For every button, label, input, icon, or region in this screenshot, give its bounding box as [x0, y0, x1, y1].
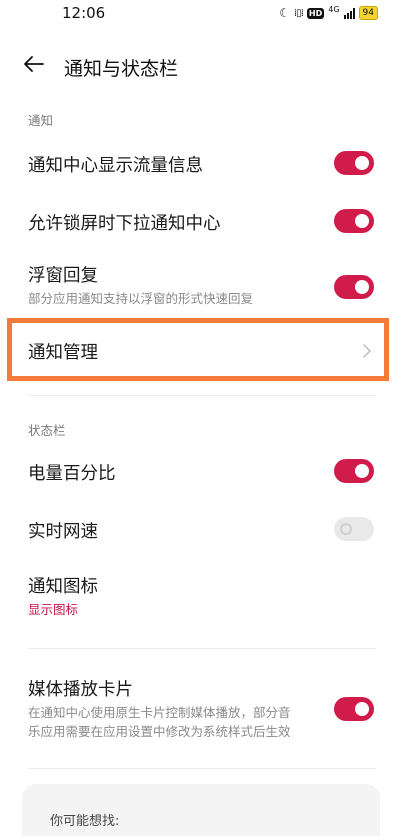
hd-icon: HD [306, 7, 325, 19]
status-time: 12:06 [62, 4, 106, 22]
realtime-speed-toggle[interactable] [334, 517, 374, 541]
setting-title: 媒体播放卡片 [28, 680, 133, 700]
setting-title: 浮窗回复 [28, 266, 98, 286]
back-arrow-icon[interactable] [22, 52, 46, 76]
page-title: 通知与状态栏 [64, 58, 179, 80]
setting-title: 通知中心显示流量信息 [28, 156, 203, 176]
setting-row-media-card[interactable]: 媒体播放卡片 在通知中心使用原生卡片控制媒体播放，部分音 乐应用需要在应用设置中… [0, 670, 400, 750]
status-icons: ☾ ⁞▯⁞ HD 4G 94 [279, 4, 378, 20]
media-card-toggle[interactable] [334, 697, 374, 721]
setting-row-lockscreen-pull[interactable]: 允许锁屏时下拉通知中心 [0, 198, 400, 248]
suggestion-label: 你可能想找: [50, 814, 120, 829]
divider [28, 768, 376, 769]
status-bar: 12:06 ☾ ⁞▯⁞ HD 4G 94 [0, 0, 400, 30]
highlight-box [7, 318, 389, 381]
divider [28, 395, 376, 396]
section-header-notification: 通知 [28, 113, 54, 128]
setting-row-realtime-speed[interactable]: 实时网速 [0, 506, 400, 556]
setting-subtitle: 乐应用需要在应用设置中修改为系统样式后生效 [28, 724, 291, 739]
setting-row-flow-info[interactable]: 通知中心显示流量信息 [0, 140, 400, 190]
battery-icon: 94 [358, 6, 378, 20]
setting-title: 电量百分比 [28, 464, 116, 484]
setting-title: 允许锁屏时下拉通知中心 [28, 214, 221, 234]
section-header-status-bar: 状态栏 [28, 423, 66, 438]
divider [28, 648, 376, 649]
page-header: 通知与状态栏 [0, 48, 400, 84]
setting-row-float-reply[interactable]: 浮窗回复 部分应用通知支持以浮窗的形式快速回复 [0, 256, 400, 316]
vibrate-icon: ⁞▯⁞ [294, 7, 304, 19]
suggestion-card: 你可能想找: [22, 784, 380, 836]
setting-title: 通知图标 [28, 577, 98, 597]
float-reply-toggle[interactable] [334, 275, 374, 299]
4g-label: 4G [328, 4, 340, 14]
battery-percent-toggle[interactable] [334, 459, 374, 483]
moon-icon: ☾ [279, 6, 291, 20]
lockscreen-pull-toggle[interactable] [334, 209, 374, 233]
setting-row-notification-icon[interactable]: 通知图标 显示图标 [0, 564, 400, 628]
setting-subtitle: 在通知中心使用原生卡片控制媒体播放，部分音 [28, 705, 291, 720]
setting-subtitle: 显示图标 [28, 602, 79, 617]
signal-icon [343, 7, 355, 19]
setting-title: 实时网速 [28, 522, 98, 542]
setting-subtitle: 部分应用通知支持以浮窗的形式快速回复 [28, 291, 254, 306]
flow-info-toggle[interactable] [334, 151, 374, 175]
setting-row-battery-percent[interactable]: 电量百分比 [0, 448, 400, 498]
